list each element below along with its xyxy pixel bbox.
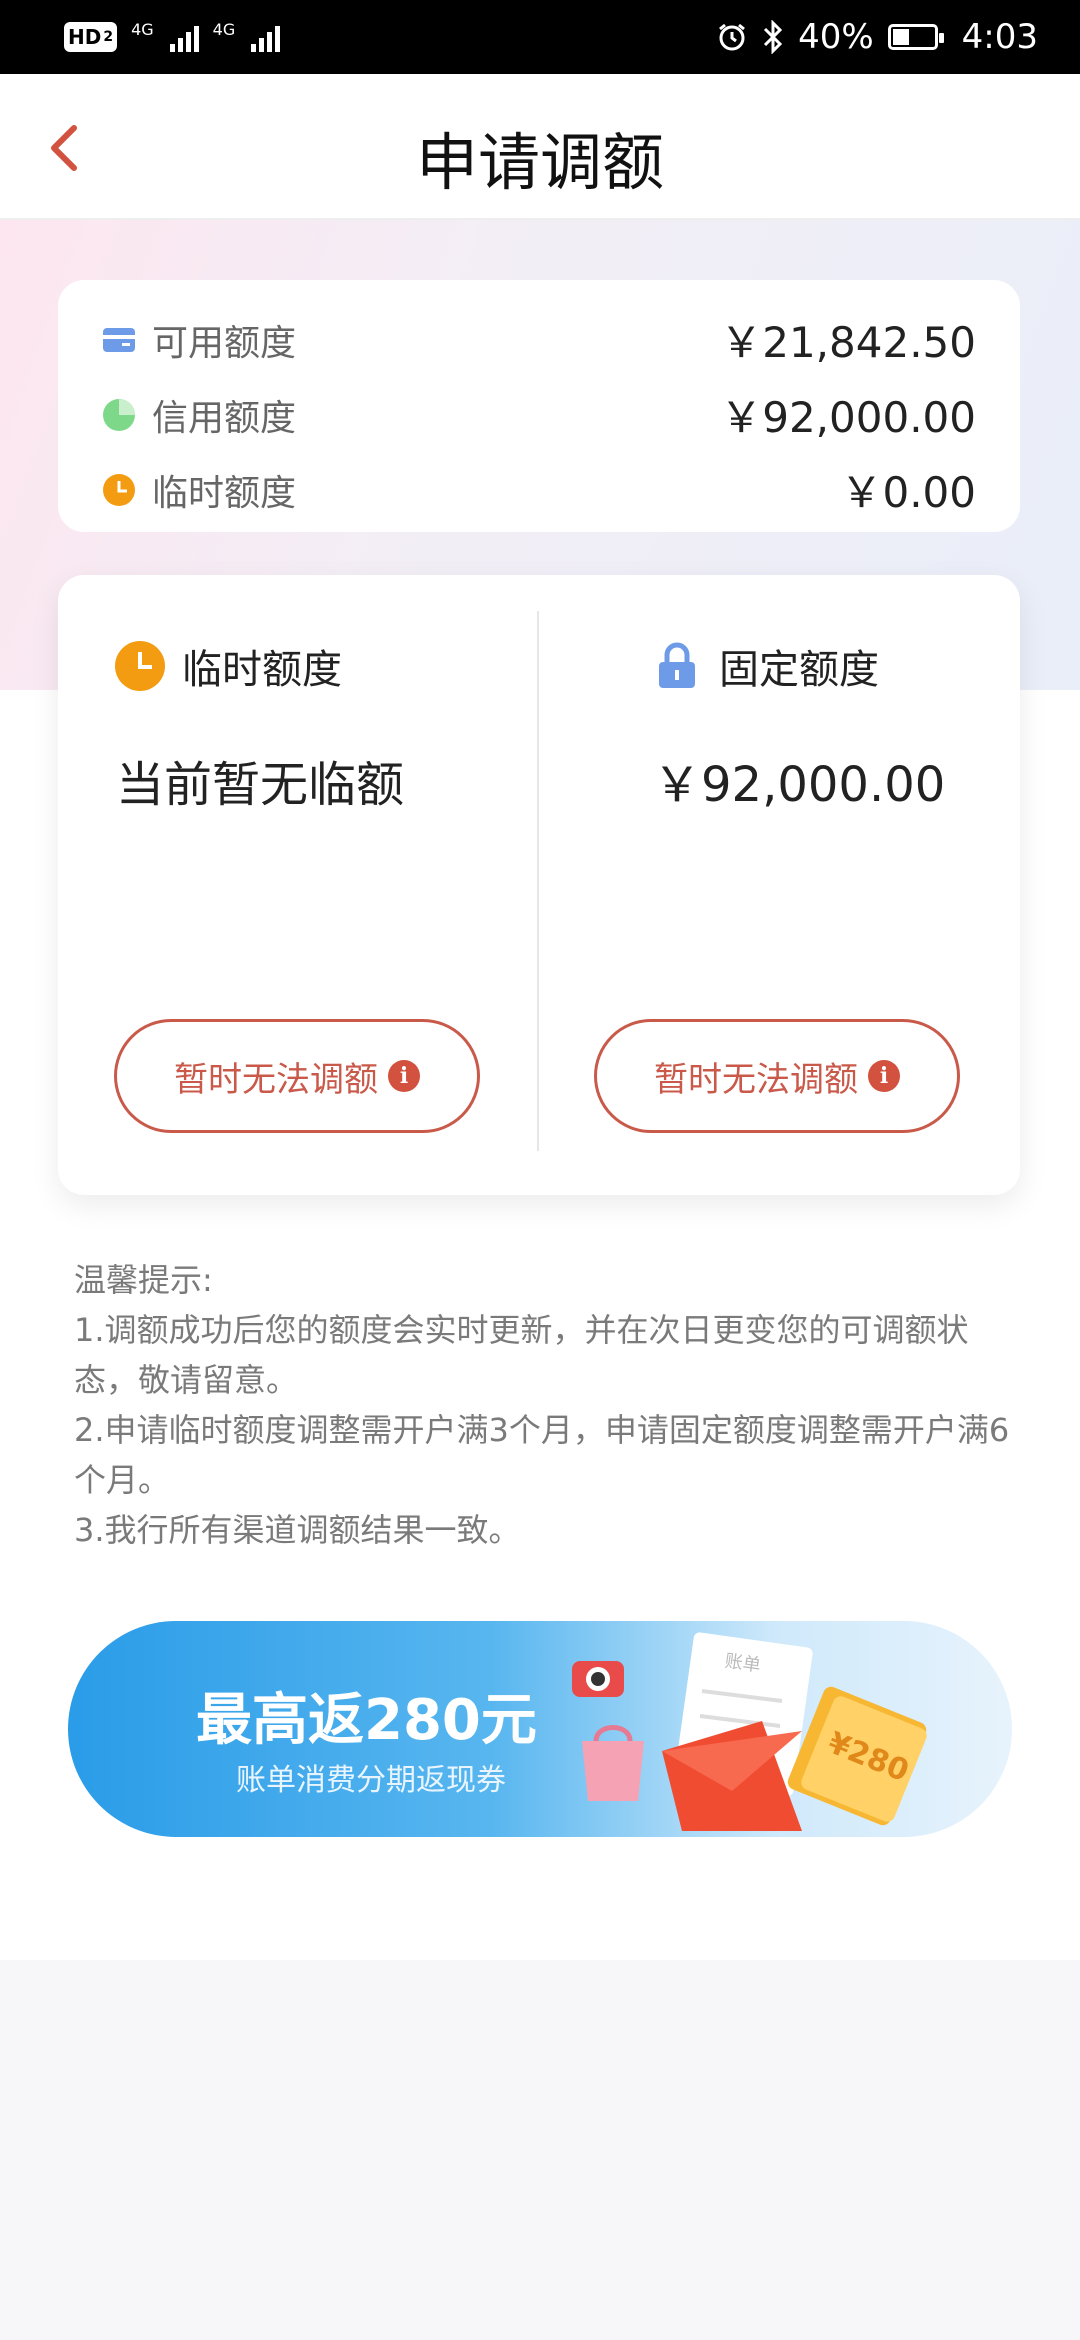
tips-line-2: 2.申请临时额度调整需开户满3个月，申请固定额度调整需开户满6个月。	[74, 1411, 1010, 1499]
available-quota-value: ￥21,842.50	[720, 318, 976, 367]
clock-icon	[115, 641, 165, 691]
banner-illustration: 账单 ¥280	[572, 1632, 927, 1831]
network-label-1: 4G	[131, 20, 154, 39]
card-icon	[100, 321, 138, 359]
fixed-quota-section: 固定额度 ￥92,000.00 暂时无法调额 i	[539, 575, 1019, 1195]
fixed-adjust-button[interactable]: 暂时无法调额 i	[594, 1019, 960, 1133]
summary-row-available: 可用额度 ￥21,842.50	[100, 302, 976, 377]
clock-icon	[100, 471, 138, 509]
status-bar: HD 2 4G 4G 40% 4:03	[0, 0, 1080, 74]
signal-icon	[251, 22, 281, 52]
battery-percent: 40%	[798, 17, 874, 57]
tips-line-3: 3.我行所有渠道调额结果一致。	[74, 1511, 521, 1549]
status-right: 40% 4:03	[716, 17, 1038, 57]
tips-line-1: 1.调额成功后您的额度会实时更新，并在次日更变您的可调额状态，敬请留意。	[74, 1311, 969, 1399]
promo-banner[interactable]: 最高返280元 账单消费分期返现券 账单 ¥280	[68, 1621, 1012, 1837]
tips-section: 温馨提示: 1.调额成功后您的额度会实时更新，并在次日更变您的可调额状态，敬请留…	[74, 1255, 1014, 1555]
quota-summary-card: 可用额度 ￥21,842.50 信用额度 ￥92,000.00 临时额度 ￥0.…	[58, 280, 1020, 532]
temporary-quota-status: 当前暂无临额	[116, 757, 405, 813]
pie-icon	[100, 396, 138, 434]
info-icon[interactable]: i	[388, 1060, 420, 1092]
banner-title: 最高返280元	[196, 1688, 537, 1753]
tips-heading: 温馨提示:	[74, 1261, 213, 1299]
temporary-quota-section: 临时额度 当前暂无临额 暂时无法调额 i	[58, 575, 538, 1195]
coupon-icon: ¥280	[787, 1686, 927, 1826]
fixed-adjust-button-label: 暂时无法调额	[654, 1059, 858, 1100]
quota-adjust-card: 临时额度 当前暂无临额 暂时无法调额 i 固定额度 ￥92,000.00 暂时无…	[58, 575, 1020, 1195]
temporary-quota-value: ￥0.00	[840, 468, 976, 517]
temporary-quota-title: 临时额度	[182, 647, 342, 693]
available-quota-label: 可用额度	[152, 322, 297, 364]
fixed-quota-title: 固定额度	[719, 647, 879, 693]
summary-row-credit: 信用额度 ￥92,000.00	[100, 377, 976, 452]
temporary-adjust-button-label: 暂时无法调额	[174, 1059, 378, 1100]
lock-icon	[659, 642, 695, 688]
page-title: 申请调额	[415, 126, 664, 199]
battery-icon	[887, 24, 944, 50]
handbag-icon	[582, 1725, 644, 1801]
banner-subtitle: 账单消费分期返现券	[236, 1763, 506, 1798]
fixed-quota-value: ￥92,000.00	[653, 757, 946, 813]
summary-row-temporary: 临时额度 ￥0.00	[100, 452, 976, 527]
temporary-quota-label: 临时额度	[152, 472, 297, 514]
credit-quota-value: ￥92,000.00	[720, 393, 976, 442]
clock-time: 4:03	[961, 17, 1038, 57]
navigation-bar: 申请调额	[0, 74, 1080, 220]
status-left: HD 2 4G 4G	[64, 20, 281, 52]
fixed-quota-header: 固定额度	[651, 637, 879, 695]
temporary-quota-header: 临时额度	[114, 637, 342, 695]
camera-icon	[572, 1661, 624, 1697]
hd-badge: HD 2	[64, 22, 118, 52]
bluetooth-icon	[764, 20, 783, 54]
credit-quota-label: 信用额度	[152, 397, 297, 439]
temporary-adjust-button[interactable]: 暂时无法调额 i	[114, 1019, 480, 1133]
alarm-icon	[719, 23, 745, 51]
network-label-2: 4G	[212, 20, 236, 39]
info-icon[interactable]: i	[868, 1060, 900, 1092]
signal-icon	[169, 22, 199, 52]
